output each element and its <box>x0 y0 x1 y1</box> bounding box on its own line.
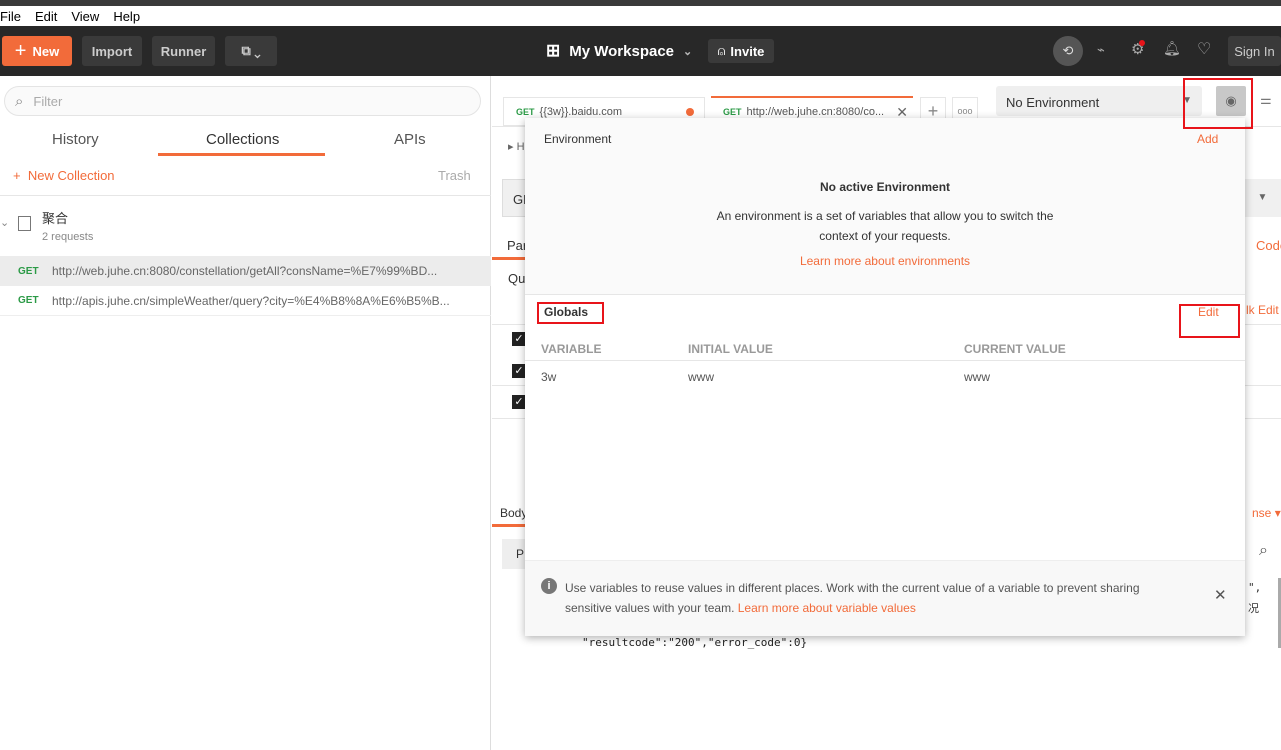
learn-environments-link[interactable]: Learn more about environments <box>525 251 1245 271</box>
collection-item[interactable]: ⌄ 聚合 2 requests <box>0 208 491 250</box>
plus-icon: + <box>14 39 27 62</box>
annotation-box-edit <box>1179 304 1240 338</box>
bulk-edit-link[interactable]: lk Edit <box>1246 303 1279 317</box>
bell-icon[interactable]: 🔔︎ <box>1163 40 1181 57</box>
satellite-icon[interactable]: ⌁ <box>1097 42 1105 58</box>
params-underline <box>492 257 526 260</box>
variable-initial-value: www <box>688 370 714 384</box>
menu-help[interactable]: Help <box>113 9 140 24</box>
search-icon: ⌕ <box>15 92 24 110</box>
runner-button[interactable]: Runner <box>152 36 215 66</box>
app-header: + New Import Runner ⧉ ⌄ ⊞ My Workspace ⌄ ⍝ I… <box>0 26 1281 76</box>
environment-title: Environment <box>544 132 612 146</box>
add-user-icon: ⍝ <box>717 43 726 58</box>
tab-body[interactable]: Body <box>500 506 527 520</box>
collection-count: 2 requests <box>42 231 94 243</box>
workspace-switcher[interactable]: ⊞ My Workspace ⌄ <box>546 41 692 61</box>
checkbox[interactable]: ✓ <box>512 364 526 378</box>
info-icon: i <box>541 578 557 594</box>
invite-button[interactable]: ⍝ Invite <box>708 39 774 63</box>
chevron-down-icon: ⌄ <box>683 45 693 58</box>
column-current-value: CURRENT VALUE <box>964 342 1066 356</box>
code-link[interactable]: Code <box>1256 238 1281 253</box>
folder-icon <box>18 216 31 231</box>
response-body: "resultcode":"200","error_code":0} <box>582 636 808 649</box>
new-window-button[interactable]: ⧉ ⌄ <box>225 36 277 66</box>
info-text: sensitive values with your team. <box>565 601 735 615</box>
search-icon[interactable]: ⌕ <box>1259 542 1268 560</box>
no-environment-message: No active Environment An environment is … <box>525 177 1245 271</box>
close-icon[interactable]: ✕ <box>1214 586 1227 604</box>
menu-view[interactable]: View <box>71 9 99 24</box>
annotation-box-globals <box>537 302 604 324</box>
new-window-icon: ⧉ ⌄ <box>241 43 261 58</box>
divider <box>525 360 1245 361</box>
info-banner: i Use variables to reuse values in diffe… <box>525 560 1245 636</box>
environment-section: Environment Add No active Environment An… <box>525 118 1245 295</box>
active-tab-indicator <box>158 153 325 156</box>
info-text: Use variables to reuse values in differe… <box>565 581 1140 595</box>
sidebar: ⌕ Filter History Collections APIs + New C… <box>0 76 491 750</box>
unsaved-dot <box>686 107 694 116</box>
settings-icon[interactable]: ⚙ <box>1131 40 1145 58</box>
tab-history[interactable]: History <box>52 131 99 148</box>
learn-variables-link[interactable]: Learn more about variable values <box>738 601 916 615</box>
checkbox[interactable]: ✓ <box>512 332 526 346</box>
tab-apis[interactable]: APIs <box>394 131 426 148</box>
grid-icon: ⊞ <box>546 41 561 60</box>
menu-edit[interactable]: Edit <box>35 9 57 24</box>
plus-icon: + <box>13 168 21 183</box>
new-button[interactable]: + New <box>2 36 72 66</box>
request-name-fragment: ▸ H <box>508 141 525 153</box>
annotation-box-eye <box>1183 78 1253 129</box>
sign-in-button[interactable]: Sign In <box>1228 36 1281 66</box>
response-fragment: 况 <box>1248 603 1259 615</box>
save-response-link[interactable]: nse ▾ <box>1252 506 1281 520</box>
checkbox[interactable]: ✓ <box>512 395 526 409</box>
variable-name: 3w <box>541 370 557 384</box>
environment-quick-look-popup: Environment Add No active Environment An… <box>525 118 1245 636</box>
new-collection-button[interactable]: + New Collection <box>13 168 115 183</box>
divider <box>0 195 491 196</box>
query-params-label: Qu <box>508 271 526 286</box>
menu-bar: File Edit View Help <box>0 6 1281 26</box>
collection-name: 聚合 <box>42 211 69 226</box>
sync-icon[interactable]: ⟲ <box>1053 36 1083 66</box>
filter-input[interactable]: ⌕ Filter <box>4 86 481 116</box>
notification-dot <box>1139 40 1145 46</box>
request-item[interactable]: GET http://apis.juhe.cn/simpleWeather/que… <box>0 286 491 316</box>
add-environment-link[interactable]: Add <box>1197 132 1218 146</box>
send-dropdown[interactable]: ▼ <box>1244 179 1281 217</box>
environment-settings-icon[interactable]: ⚌ <box>1260 92 1272 108</box>
trash-link[interactable]: Trash <box>438 168 471 183</box>
tab-collections[interactable]: Collections <box>206 131 279 148</box>
menu-file[interactable]: File <box>0 9 21 24</box>
column-variable: VARIABLE <box>541 342 602 356</box>
chevron-down-icon: ⌄ <box>0 217 10 229</box>
request-item[interactable]: GET http://web.juhe.cn:8080/constellation… <box>0 256 491 286</box>
response-fragment: ", <box>1248 581 1262 594</box>
environment-select[interactable]: No Environment ▼ <box>996 86 1202 116</box>
heart-icon[interactable]: ♡ <box>1197 39 1211 59</box>
variable-current-value: www <box>964 370 990 384</box>
body-underline <box>492 524 526 527</box>
import-button[interactable]: Import <box>82 36 142 66</box>
column-initial-value: INITIAL VALUE <box>688 342 773 356</box>
